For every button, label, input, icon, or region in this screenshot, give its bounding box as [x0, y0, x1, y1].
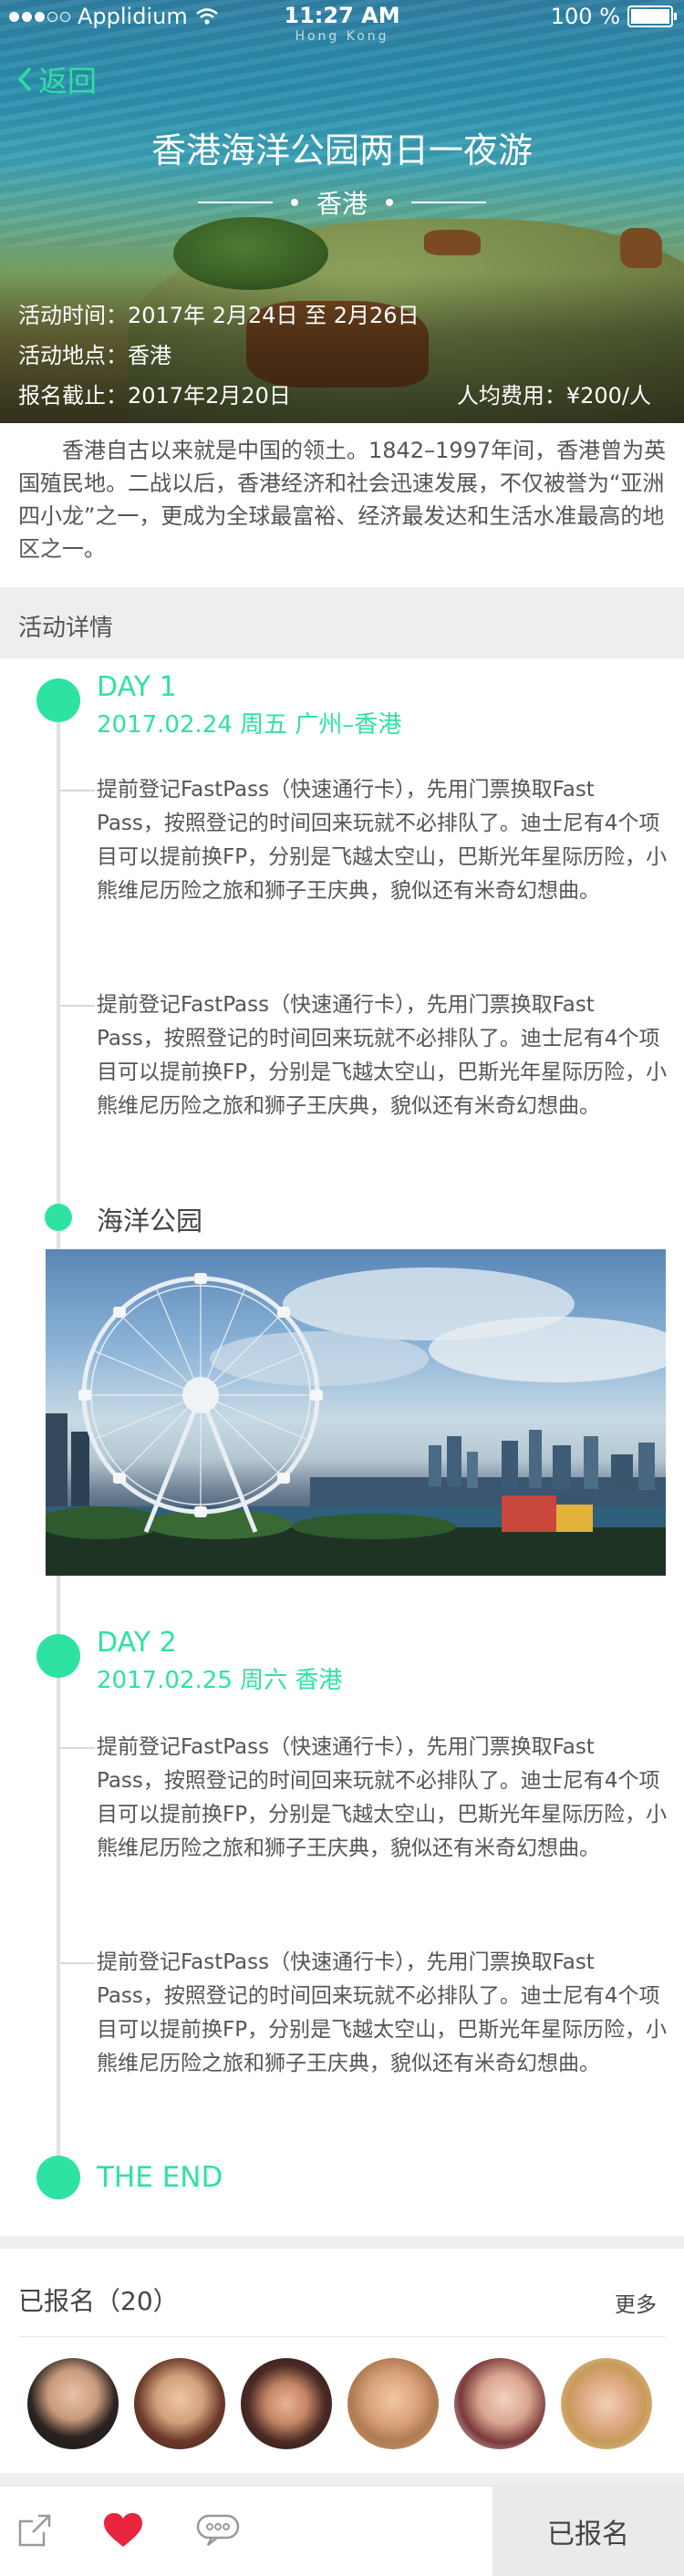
signup-title: 已报名（20） — [18, 2286, 179, 2316]
event-deadline: 报名截止：2017年2月20日 — [18, 383, 291, 409]
battery-icon — [627, 5, 677, 27]
day-1-node — [36, 678, 80, 722]
back-label: 返回 — [38, 64, 98, 98]
event-fee: 人均费用：¥200/人 — [456, 383, 651, 409]
bottom-bar: 已报名 — [0, 2486, 684, 2576]
timeline-tick — [60, 1005, 95, 1007]
day-1-title: DAY 1 — [97, 671, 177, 703]
location-label: 香港 — [316, 189, 368, 219]
divider-line-right — [411, 202, 486, 203]
divider-line-left — [197, 202, 273, 203]
day-1-item-1: 提前登记FastPass（快速通行卡），先用门票换取Fast Pass，按照登记… — [97, 778, 668, 903]
divider-dot-left — [290, 199, 298, 206]
location-row: 香港 — [0, 184, 684, 221]
intro-text: 香港自古以来就是中国的领土。1842–1997年间，香港曾为英国殖民地。二战以后… — [18, 438, 667, 562]
section-divider — [0, 2473, 684, 2486]
timeline-tick — [60, 790, 95, 791]
poi-node — [45, 1204, 72, 1231]
event-time: 活动时间：2017年 2月24日 至 2月26日 — [18, 303, 420, 328]
day-2-subtitle: 2017.02.25 周六 香港 — [97, 1667, 343, 1694]
section-divider — [0, 2236, 684, 2249]
day-1-subtitle: 2017.02.24 周五 广州–香港 — [97, 711, 402, 739]
avatar[interactable] — [347, 2358, 439, 2449]
back-button[interactable]: 返回 — [16, 58, 97, 100]
avatar[interactable] — [561, 2358, 652, 2449]
ferris-wheel-image — [46, 1267, 666, 1576]
details-section-header: 活动详情 — [0, 587, 684, 658]
status-subtitle: Hong Kong — [295, 29, 389, 44]
details-section-title: 活动详情 — [18, 615, 114, 642]
timeline-tick — [60, 1747, 95, 1749]
event-place: 活动地点：香港 — [18, 343, 171, 368]
page-title: 香港海洋公园两日一夜游 — [150, 130, 533, 171]
join-label: 已报名 — [547, 2519, 629, 2550]
day-2-title: DAY 2 — [97, 1627, 177, 1659]
day-1-item-2: 提前登记FastPass（快速通行卡），先用门票换取Fast Pass，按照登记… — [97, 993, 668, 1118]
heart-icon[interactable] — [102, 2512, 144, 2549]
battery-label: 100 % — [550, 4, 620, 29]
avatar[interactable] — [454, 2358, 545, 2449]
more-link[interactable]: 更多 — [615, 2287, 657, 2318]
avatar[interactable] — [27, 2358, 119, 2449]
join-button[interactable]: 已报名 — [492, 2487, 684, 2576]
cow-middle — [424, 230, 481, 255]
day-2-node — [36, 1634, 80, 1678]
avatar[interactable] — [134, 2358, 225, 2449]
timeline-tick — [60, 1962, 95, 1964]
day-2-item-2: 提前登记FastPass（快速通行卡），先用门票换取Fast Pass，按照登记… — [97, 1950, 668, 2075]
comment-icon[interactable] — [195, 2512, 241, 2549]
poi-label: 海洋公园 — [97, 1205, 203, 1236]
end-node — [36, 2156, 80, 2199]
day-2-item-1: 提前登记FastPass（快速通行卡），先用门票换取Fast Pass，按照登记… — [97, 1735, 668, 1860]
divider-dot-right — [386, 199, 393, 206]
hero-banner: Applidium 11:27 AM Hong Kong 100 % 返回 香港… — [0, 0, 684, 423]
status-bar: Applidium 11:27 AM Hong Kong 100 % — [0, 0, 684, 44]
cow-right — [620, 228, 662, 268]
signup-divider — [18, 2336, 666, 2337]
ocean-park-photo — [46, 1249, 666, 1576]
end-label: THE END — [97, 2161, 223, 2194]
avatar[interactable] — [241, 2358, 332, 2449]
chevron-left-icon — [17, 67, 32, 92]
share-icon[interactable] — [16, 2512, 53, 2549]
